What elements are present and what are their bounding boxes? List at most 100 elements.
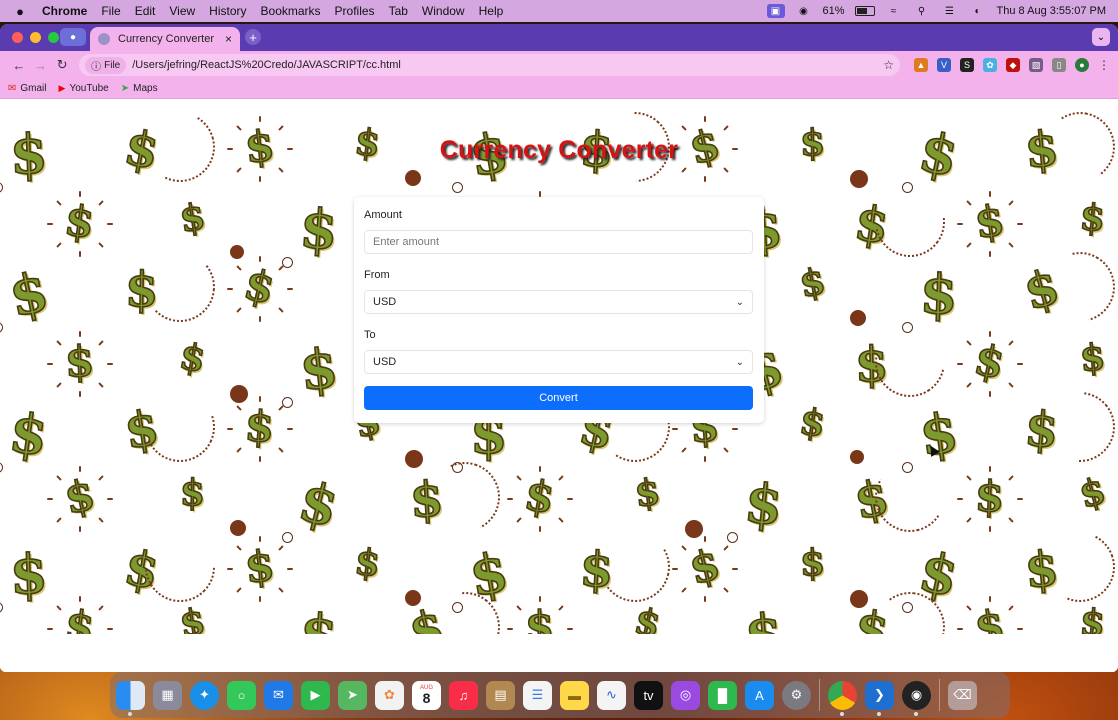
extension-v-icon[interactable]: V — [937, 58, 951, 72]
app-store-icon[interactable]: A — [745, 680, 774, 710]
numbers-icon[interactable]: █ — [708, 680, 737, 710]
extension-s-icon[interactable]: S — [960, 58, 974, 72]
podcasts-icon[interactable]: ◎ — [671, 680, 700, 710]
decor-burst-ray — [47, 223, 53, 225]
decor-burst-ray — [1008, 517, 1015, 524]
decor-burst-ray — [965, 199, 972, 206]
bookmark-youtube[interactable]: ▶ YouTube — [59, 83, 109, 94]
clock[interactable]: Thu 8 Aug 3:55:07 PM — [997, 5, 1106, 17]
decor-burst-ray — [235, 544, 242, 551]
back-arrow-icon[interactable]: ← — [8, 58, 30, 73]
obs-icon[interactable]: ◉ — [902, 680, 931, 716]
photos-icon[interactable]: ✿ — [375, 680, 404, 710]
menu-tab[interactable]: Tab — [389, 4, 408, 18]
decor-burst-ray — [723, 447, 730, 454]
dollar-sign-icon: $ — [971, 194, 1008, 248]
sidebar-icon[interactable]: ▯ — [1052, 58, 1066, 72]
decor-burst-ray — [55, 604, 62, 611]
extension-gear-icon[interactable]: ✿ — [983, 58, 997, 72]
decor-burst-ray — [235, 167, 242, 174]
decor-ring — [727, 532, 738, 543]
launchpad-icon[interactable]: ▦ — [153, 680, 182, 710]
menu-edit[interactable]: Edit — [135, 4, 156, 18]
preview-icon[interactable]: ▤ — [486, 680, 515, 710]
menu-help[interactable]: Help — [479, 4, 504, 18]
more-menu-icon[interactable]: ⋮ — [1098, 58, 1110, 72]
spotlight-icon[interactable]: ⚲ — [913, 4, 931, 18]
siri-icon[interactable]: ◐ — [969, 4, 987, 18]
music-icon[interactable]: ♫ — [449, 680, 478, 710]
freeform-icon[interactable]: ∿ — [597, 680, 626, 710]
tab-currency-converter[interactable]: Currency Converter × — [90, 27, 240, 51]
zoom-window-button[interactable] — [48, 32, 59, 43]
decor-burst-ray — [965, 242, 972, 249]
battery-icon[interactable] — [854, 6, 875, 16]
mail-icon[interactable]: ✉ — [264, 680, 293, 710]
menu-window[interactable]: Window — [422, 4, 465, 18]
from-label: From — [364, 269, 390, 281]
apple-tv-icon[interactable]: tv — [634, 680, 663, 710]
minimize-window-button[interactable] — [30, 32, 41, 43]
dollar-sign-icon: $ — [915, 399, 963, 469]
menu-file[interactable]: File — [101, 4, 120, 18]
decor-burst-ray — [989, 191, 991, 197]
safari-icon[interactable]: ✦ — [190, 680, 219, 710]
address-bar[interactable]: ⓘ File /Users/jefring/ReactJS%20Credo/JA… — [79, 54, 900, 76]
amount-input[interactable]: Enter amount — [364, 230, 753, 254]
tab-group-icon[interactable]: ● — [60, 28, 86, 46]
apple-icon[interactable]: ● — [12, 4, 28, 19]
notes-icon[interactable]: ▬ — [560, 680, 589, 710]
wifi-icon[interactable]: ≈ — [885, 4, 903, 18]
menu-bookmarks[interactable]: Bookmarks — [261, 4, 321, 18]
decor-burst-ray — [107, 498, 113, 500]
metamask-icon[interactable]: ▲ — [914, 58, 928, 72]
page-bottom-area — [0, 634, 1118, 672]
screen-mirroring-icon[interactable]: ▣ — [766, 4, 785, 18]
menu-profiles[interactable]: Profiles — [335, 4, 375, 18]
forward-arrow-icon[interactable]: → — [30, 58, 52, 73]
extension-shield-icon[interactable]: ◆ — [1006, 58, 1020, 72]
menu-history[interactable]: History — [209, 4, 246, 18]
calendar-icon[interactable]: AUG 8 — [412, 680, 441, 710]
decor-dot — [230, 385, 248, 403]
control-center-icon[interactable]: ☰ — [941, 4, 959, 18]
new-tab-button[interactable]: + — [245, 29, 261, 45]
decor-dot — [230, 520, 246, 536]
bookmark-star-icon[interactable]: ☆ — [883, 58, 894, 72]
menu-view[interactable]: View — [169, 4, 195, 18]
profile-avatar[interactable]: ● — [1075, 58, 1089, 72]
site-info-chip[interactable]: ⓘ File — [85, 56, 127, 74]
convert-button[interactable]: Convert — [364, 386, 753, 410]
decor-burst-ray — [507, 498, 513, 500]
close-window-button[interactable] — [12, 32, 23, 43]
decor-burst-ray — [989, 466, 991, 472]
tab-close-icon[interactable]: × — [225, 32, 232, 46]
puzzle-icon[interactable]: ▧ — [1029, 58, 1043, 72]
decor-burst-ray — [965, 517, 972, 524]
bookmark-maps[interactable]: ➤ Maps — [121, 83, 158, 94]
bookmark-maps-label: Maps — [133, 83, 158, 94]
decor-burst-ray — [507, 628, 513, 630]
menu-app-name[interactable]: Chrome — [42, 4, 87, 18]
messages-icon[interactable]: ○ — [227, 680, 256, 710]
maps-app-icon[interactable]: ➤ — [338, 680, 367, 710]
reminders-icon[interactable]: ☰ — [523, 680, 552, 710]
from-currency-select[interactable]: USD ⌄ — [364, 290, 753, 314]
bookmark-gmail[interactable]: ✉ Gmail — [8, 83, 47, 94]
trash-icon[interactable]: ⌫ — [948, 680, 977, 710]
focus-icon[interactable]: ◉ — [795, 4, 813, 18]
system-settings-icon[interactable]: ⚙ — [782, 680, 811, 710]
dollar-sign-icon: $ — [179, 471, 206, 515]
decor-dot — [685, 520, 703, 538]
decor-burst-ray — [278, 124, 285, 131]
reload-icon[interactable]: ↻ — [51, 57, 73, 73]
tab-search-icon[interactable]: ⌄ — [1092, 28, 1110, 46]
chrome-icon[interactable] — [828, 680, 857, 716]
facetime-icon[interactable]: ▶ — [301, 680, 330, 710]
decor-burst-ray — [79, 466, 81, 472]
vscode-icon[interactable]: ❯ — [865, 680, 894, 716]
finder-icon[interactable] — [116, 680, 145, 716]
decor-dot — [850, 450, 864, 464]
to-currency-select[interactable]: USD ⌄ — [364, 350, 753, 374]
extensions-area: ▲ V S ✿ ◆ ▧ ▯ ● ⋮ — [914, 58, 1110, 72]
